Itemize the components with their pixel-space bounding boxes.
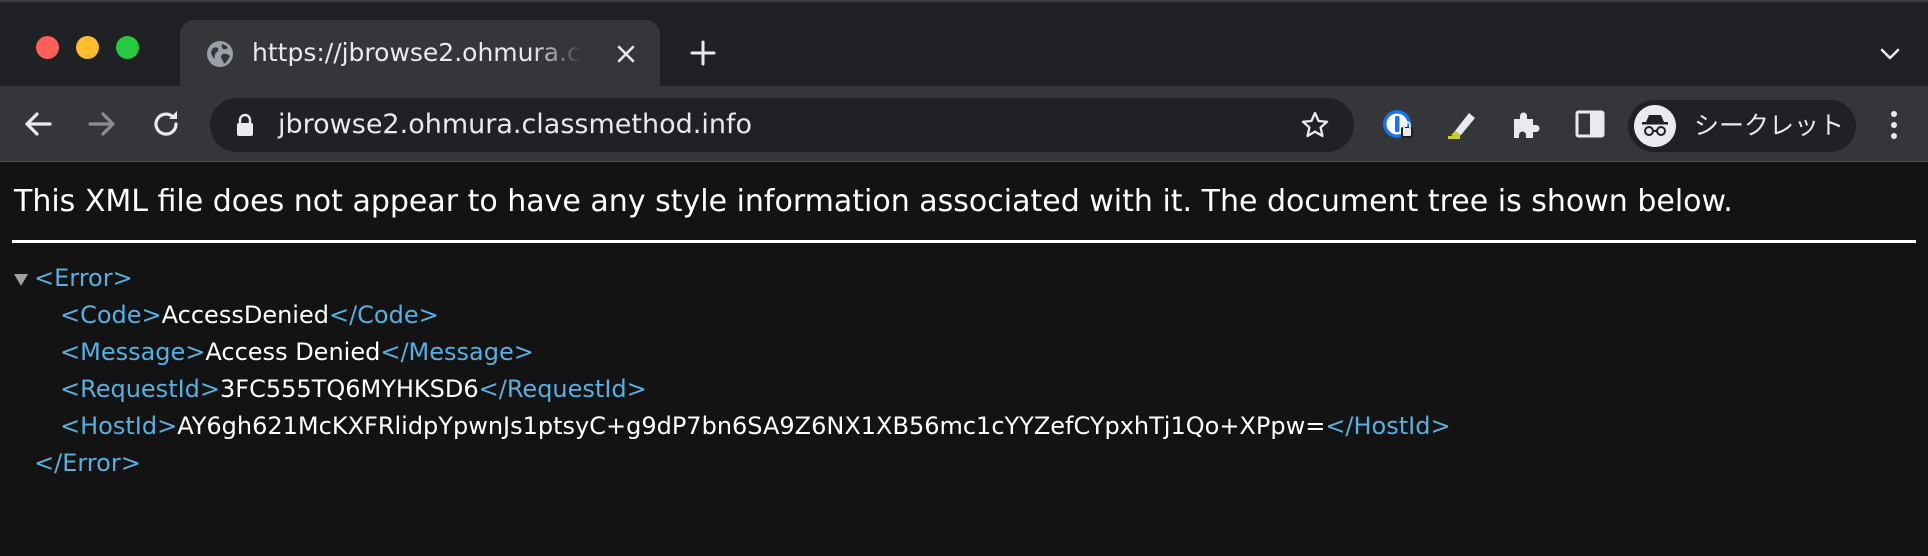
- highlighter-extension-icon[interactable]: [1445, 107, 1479, 141]
- xml-viewer: This XML file does not appear to have an…: [0, 162, 1928, 556]
- star-icon[interactable]: [1300, 110, 1330, 140]
- more-menu-icon[interactable]: [1882, 108, 1906, 142]
- plus-icon[interactable]: [688, 38, 718, 68]
- side-panel-icon[interactable]: [1573, 107, 1607, 141]
- xml-line-code: <Code>AccessDenied</Code>: [60, 297, 439, 334]
- window-top-edge: [0, 0, 1928, 2]
- incognito-icon: [1634, 105, 1676, 147]
- xml-tag: <Error>: [34, 264, 133, 292]
- xml-tag: <Code>: [60, 301, 162, 329]
- window-zoom-button[interactable]: [116, 36, 139, 59]
- xml-style-notice: This XML file does not appear to have an…: [14, 184, 1733, 219]
- browser-tab-active[interactable]: https://jbrowse2.ohmura.classmethod.info: [180, 20, 660, 86]
- xml-value: AY6gh621McKXFRlidpYpwnJs1ptsyC+g9dP7bn6S…: [177, 412, 1326, 440]
- xml-tag: </Error>: [34, 449, 141, 477]
- lock-icon[interactable]: [234, 113, 256, 137]
- browser-toolbar: jbrowse2.ohmura.classmethod.info シークレット: [0, 86, 1928, 162]
- xml-line-message: <Message>Access Denied</Message>: [60, 334, 534, 371]
- collapse-triangle-icon[interactable]: [14, 274, 28, 286]
- arrow-left-icon[interactable]: [22, 108, 54, 140]
- reload-icon[interactable]: [150, 108, 182, 140]
- address-bar[interactable]: jbrowse2.ohmura.classmethod.info: [210, 98, 1354, 152]
- globe-icon: [207, 41, 233, 67]
- tab-strip: https://jbrowse2.ohmura.classmethod.info: [0, 0, 1928, 86]
- chevron-down-icon[interactable]: [1878, 42, 1902, 66]
- xml-tag: <Message>: [60, 338, 206, 366]
- window-minimize-button[interactable]: [76, 36, 99, 59]
- extensions-puzzle-icon[interactable]: [1509, 107, 1543, 141]
- xml-line-requestid: <RequestId>3FC555TQ6MYHKSD6</RequestId>: [60, 371, 647, 408]
- xml-tag: </HostId>: [1325, 412, 1451, 440]
- profile-label: シークレット: [1694, 111, 1845, 140]
- password-manager-extension-icon[interactable]: [1381, 107, 1415, 141]
- xml-tag: </RequestId>: [478, 375, 647, 403]
- xml-value: AccessDenied: [161, 301, 329, 329]
- xml-line-hostid: <HostId>AY6gh621McKXFRlidpYpwnJs1ptsyC+g…: [60, 408, 1451, 445]
- tab-title: https://jbrowse2.ohmura.classmethod.info: [252, 38, 582, 67]
- xml-line-error-open: <Error>: [34, 260, 133, 297]
- notice-divider: [12, 240, 1916, 243]
- xml-value: Access Denied: [205, 338, 381, 366]
- xml-tag: <HostId>: [60, 412, 178, 440]
- xml-tag: </Message>: [380, 338, 534, 366]
- url-text[interactable]: jbrowse2.ohmura.classmethod.info: [278, 108, 752, 142]
- xml-tag: </Code>: [328, 301, 439, 329]
- window-close-button[interactable]: [36, 36, 59, 59]
- arrow-right-icon[interactable]: [86, 108, 118, 140]
- xml-tag: <RequestId>: [60, 375, 221, 403]
- incognito-profile-button[interactable]: シークレット: [1628, 100, 1856, 152]
- xml-value: 3FC555TQ6MYHKSD6: [220, 375, 479, 403]
- xml-line-error-close: </Error>: [34, 445, 141, 482]
- close-icon[interactable]: [612, 40, 640, 68]
